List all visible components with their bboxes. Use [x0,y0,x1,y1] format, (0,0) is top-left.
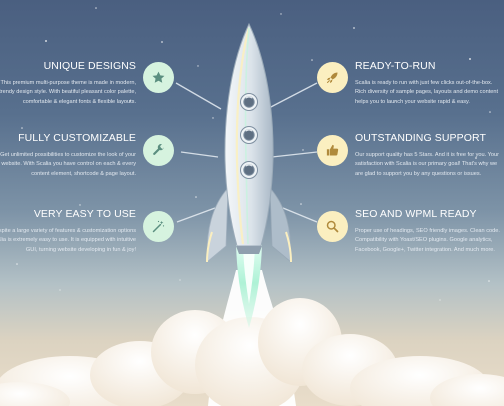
feature-description: Get unlimited possibilities to customize… [0,152,136,177]
wrench-icon [143,135,174,166]
feature-title: OUTSTANDING SUPPORT [355,132,487,144]
feature-title: SEO AND WPML READY [355,208,477,220]
feature-title: READY-TO-RUN [355,60,436,72]
magic-wand-icon [143,211,174,242]
hero-scene: UNIQUE DESIGNS This premium multi-purpos… [0,0,504,406]
star-icon [143,62,174,93]
feature-title: FULLY CUSTOMIZABLE [18,132,136,144]
feature-title: VERY EASY TO USE [33,208,136,220]
thumbs-up-icon [317,135,348,166]
magnifier-icon [317,211,348,242]
feature-fully-customizable: FULLY CUSTOMIZABLE Get unlimited possibi… [0,132,136,179]
feature-description: This premium multi-purpose theme is made… [0,80,136,105]
feature-ready-to-run: READY-TO-RUN Scalia is ready to run with… [355,60,504,107]
feature-seo-and-wpml-ready: SEO AND WPML READY Proper use of heading… [355,208,504,255]
rocket-icon [317,62,348,93]
feature-description: Proper use of headings, SEO friendly ima… [355,228,500,253]
feature-description: Scalia is ready to run with just few cli… [355,80,499,105]
feature-very-easy-to-use: VERY EASY TO USE Despite a large variety… [0,208,136,255]
feature-title: UNIQUE DESIGNS [43,60,136,72]
feature-unique-designs: UNIQUE DESIGNS This premium multi-purpos… [0,60,136,107]
feature-outstanding-support: OUTSTANDING SUPPORT Our support quality … [355,132,504,179]
feature-description: Our support quality has 5 Stars. And it … [355,152,499,177]
feature-description: Despite a large variety of features & cu… [0,228,136,253]
